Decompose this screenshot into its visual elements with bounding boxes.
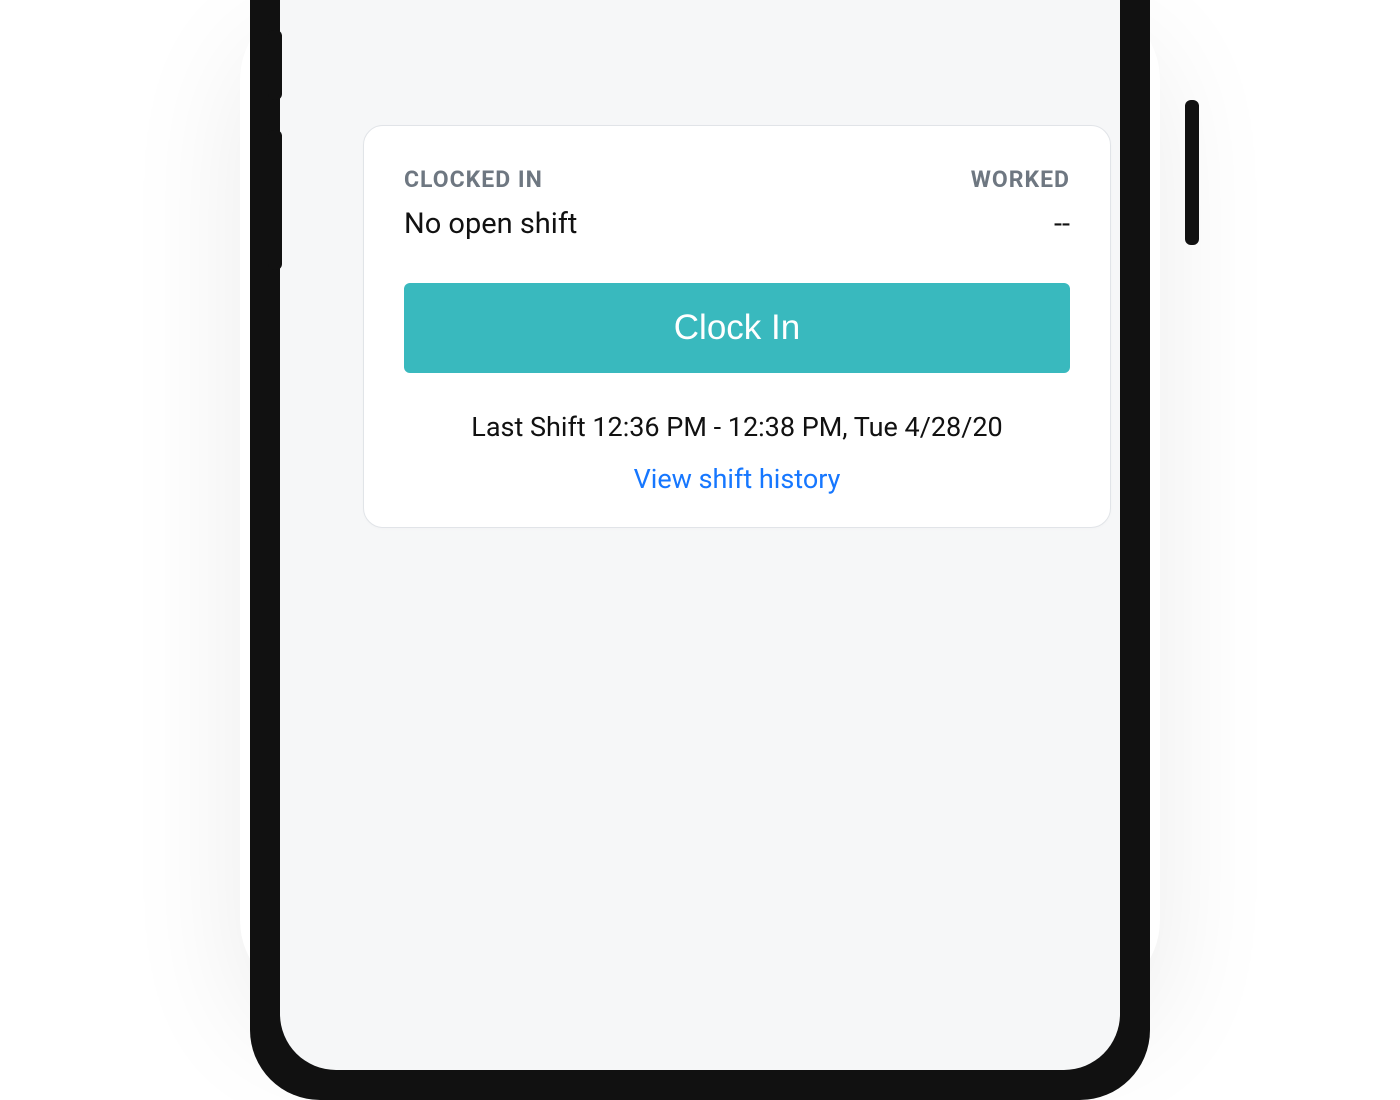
status-labels-row: CLOCKED IN WORKED xyxy=(404,166,1070,193)
clocked-in-label: CLOCKED IN xyxy=(404,166,543,193)
phone-side-button-mute xyxy=(268,30,282,100)
worked-label: WORKED xyxy=(971,166,1070,193)
phone-side-button-power xyxy=(1185,100,1199,245)
view-shift-history-link[interactable]: View shift history xyxy=(404,463,1070,495)
clock-in-button[interactable]: Clock In xyxy=(404,283,1070,373)
phone-side-button-volume xyxy=(268,130,282,270)
last-shift-text: Last Shift 12:36 PM - 12:38 PM, Tue 4/28… xyxy=(404,411,1070,443)
status-values-row: No open shift -- xyxy=(404,207,1070,241)
worked-value: -- xyxy=(1054,207,1070,241)
clocked-in-value: No open shift xyxy=(404,207,577,241)
clock-in-card: CLOCKED IN WORKED No open shift -- Clock… xyxy=(363,125,1111,528)
